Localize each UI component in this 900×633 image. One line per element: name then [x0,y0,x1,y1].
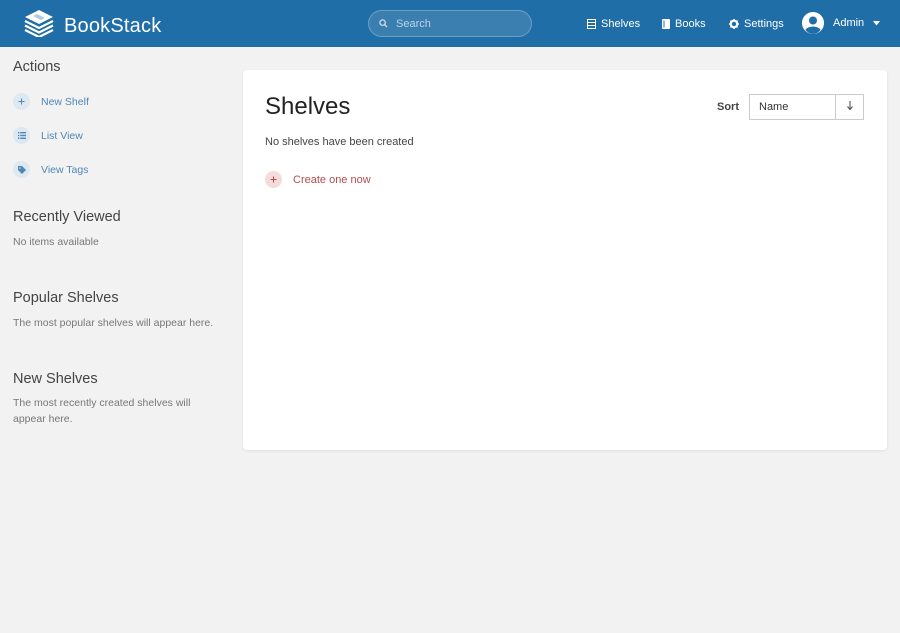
recently-viewed-empty: No items available [13,236,99,248]
nav-settings-label: Settings [744,17,784,30]
caret-down-icon [873,17,881,29]
popular-shelves-empty: The most popular shelves will appear her… [13,317,214,329]
search-input[interactable] [396,17,516,30]
plus-icon [265,171,282,188]
top-header: BookStack Shelves Books [0,0,900,47]
bookstack-logo-icon [24,10,54,42]
tag-icon [13,161,30,178]
list-view-action[interactable]: List View [13,127,83,144]
app-name: BookStack [64,14,162,37]
nav-books[interactable]: Books [662,0,706,47]
popular-shelves-title: Popular Shelves [13,290,119,306]
list-view-label: List View [41,129,83,142]
shelves-card: Shelves Sort Name No shelves have been c… [243,70,887,450]
sort-select-value: Name [759,101,789,113]
sort-label: Sort [717,101,739,113]
new-shelves-empty-line2: appear here. [13,413,73,425]
create-shelf-label: Create one now [293,173,371,186]
sort-direction-button[interactable] [835,94,864,120]
search-icon [379,15,388,33]
list-icon [13,127,30,144]
nav-shelves-label: Shelves [601,17,641,30]
nav-shelves[interactable]: Shelves [587,0,640,47]
sort-select[interactable]: Name [749,94,836,120]
new-shelf-label: New Shelf [41,95,89,108]
book-icon [662,18,670,29]
recently-viewed-title: Recently Viewed [13,209,121,225]
shelves-icon [587,18,596,29]
new-shelves-empty-line1: The most recently created shelves will [13,397,191,409]
user-name: Admin [833,17,865,29]
create-shelf-link[interactable]: Create one now [265,171,371,188]
actions-title: Actions [13,59,61,75]
gear-icon [729,18,739,29]
arrow-down-icon [846,101,853,113]
view-tags-label: View Tags [41,163,89,176]
new-shelf-action[interactable]: New Shelf [13,93,89,110]
view-tags-action[interactable]: View Tags [13,161,88,178]
plus-icon [13,93,30,110]
new-shelves-title: New Shelves [13,371,98,387]
empty-state-text: No shelves have been created [265,136,414,148]
page-title: Shelves [265,93,351,120]
nav-settings[interactable]: Settings [729,0,784,47]
nav-books-label: Books [675,17,706,30]
app-logo[interactable]: BookStack [24,10,161,42]
search-box[interactable] [368,10,532,37]
user-menu[interactable]: Admin [802,12,881,34]
avatar [802,12,824,34]
